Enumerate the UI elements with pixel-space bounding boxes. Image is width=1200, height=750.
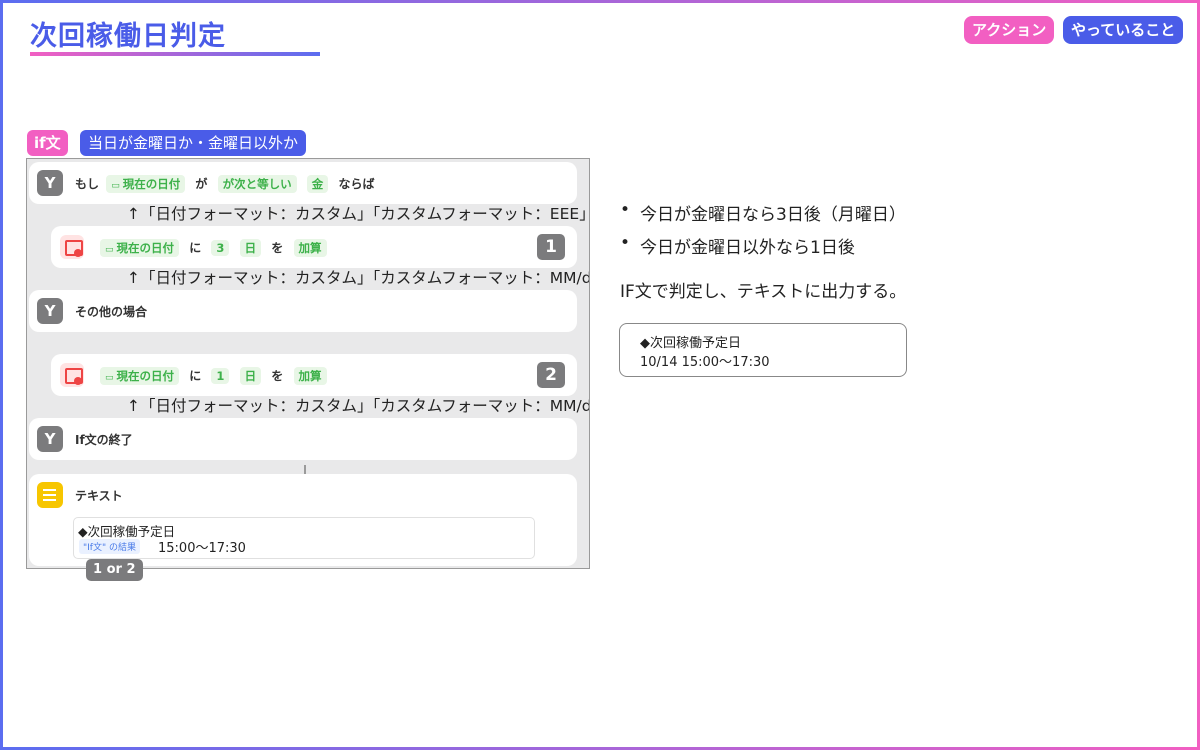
add-ni: に	[189, 369, 202, 383]
add-operation[interactable]: 加算	[293, 367, 327, 385]
else-label: その他の場合	[75, 305, 148, 319]
annotation-mmdd-1: ↑「日付フォーマット：カスタム」「カスタムフォーマット：MM/dd」	[127, 269, 590, 287]
condition-operator[interactable]: が次と等しい	[217, 175, 297, 193]
shortcut-panel: Y もし 現在の日付 が が次と等しい 金 ならば ↑「日付フォーマット：カスタ…	[26, 158, 590, 569]
one-or-two-badge: 1 or 2	[86, 559, 143, 581]
if-action-row[interactable]: Y もし 現在の日付 が が次と等しい 金 ならば	[29, 162, 577, 204]
result-line1: ◆次回稼働予定日	[640, 336, 741, 351]
result-line2: 10/14 15:00〜17:30	[640, 355, 770, 370]
calendar-add-icon	[60, 363, 84, 387]
if-result-variable[interactable]: "If文" の結果	[79, 539, 140, 554]
add-1-day-row[interactable]: 現在の日付 に 1 日 を 加算 2	[51, 354, 577, 396]
bullet-friday: 今日が金曜日なら3日後（月曜日）	[620, 200, 906, 225]
step-badge-1: 1	[537, 234, 565, 260]
add-wo: を	[271, 369, 284, 383]
text-content-box[interactable]: ◆次回稼働予定日 "If文" の結果 15:00〜17:30	[73, 517, 535, 559]
add-unit[interactable]: 日	[239, 239, 262, 257]
legend-action-tag: アクション	[964, 16, 1055, 44]
branch-icon: Y	[37, 426, 63, 452]
annotation-eee: ↑「日付フォーマット：カスタム」「カスタムフォーマット：EEE」	[127, 205, 590, 223]
legend-doing-tag: やっていること	[1063, 16, 1184, 44]
bullet-not-friday: 今日が金曜日以外なら1日後	[620, 233, 906, 258]
title-underline	[30, 52, 320, 56]
annotation-mmdd-2: ↑「日付フォーマット：カスタム」「カスタムフォーマット：MM/dd」	[127, 397, 590, 415]
add-3-days-row[interactable]: 現在の日付 に 3 日 を 加算 1	[51, 226, 577, 268]
add-unit[interactable]: 日	[239, 367, 262, 385]
if-ga: が	[195, 177, 208, 191]
end-if-row[interactable]: Y If文の終了	[29, 418, 577, 460]
result-preview-box: ◆次回稼働予定日 10/14 15:00〜17:30	[619, 323, 907, 377]
explanation-summary: IF文で判定し、テキストに出力する。	[620, 282, 907, 302]
add-amount[interactable]: 1	[211, 368, 230, 384]
text-time: 15:00〜17:30	[158, 541, 246, 556]
step-badge-2: 2	[537, 362, 565, 388]
current-date-variable[interactable]: 現在の日付	[106, 175, 186, 193]
add-ni: に	[189, 241, 202, 255]
page-title: 次回稼働日判定	[30, 21, 226, 52]
add-operation[interactable]: 加算	[293, 239, 327, 257]
end-if-label: If文の終了	[75, 433, 133, 447]
if-tag: if文	[27, 130, 68, 156]
else-row[interactable]: Y その他の場合	[29, 290, 577, 332]
if-prefix: もし	[75, 177, 100, 191]
current-date-variable[interactable]: 現在の日付	[100, 239, 180, 257]
calendar-add-icon	[60, 235, 84, 259]
branch-icon: Y	[37, 298, 63, 324]
explanation-bullets: 今日が金曜日なら3日後（月曜日） 今日が金曜日以外なら1日後	[620, 200, 906, 266]
if-suffix: ならば	[338, 177, 375, 191]
current-date-variable[interactable]: 現在の日付	[100, 367, 180, 385]
text-action-row[interactable]: テキスト ◆次回稼働予定日 "If文" の結果 15:00〜17:30	[29, 474, 577, 566]
condition-tag: 当日が金曜日か・金曜日以外か	[80, 130, 307, 156]
text-lines-icon	[37, 482, 63, 508]
add-amount[interactable]: 3	[211, 240, 230, 256]
branch-icon: Y	[37, 170, 63, 196]
add-wo: を	[271, 241, 284, 255]
condition-value[interactable]: 金	[306, 175, 329, 193]
text-action-label: テキスト	[75, 489, 123, 503]
